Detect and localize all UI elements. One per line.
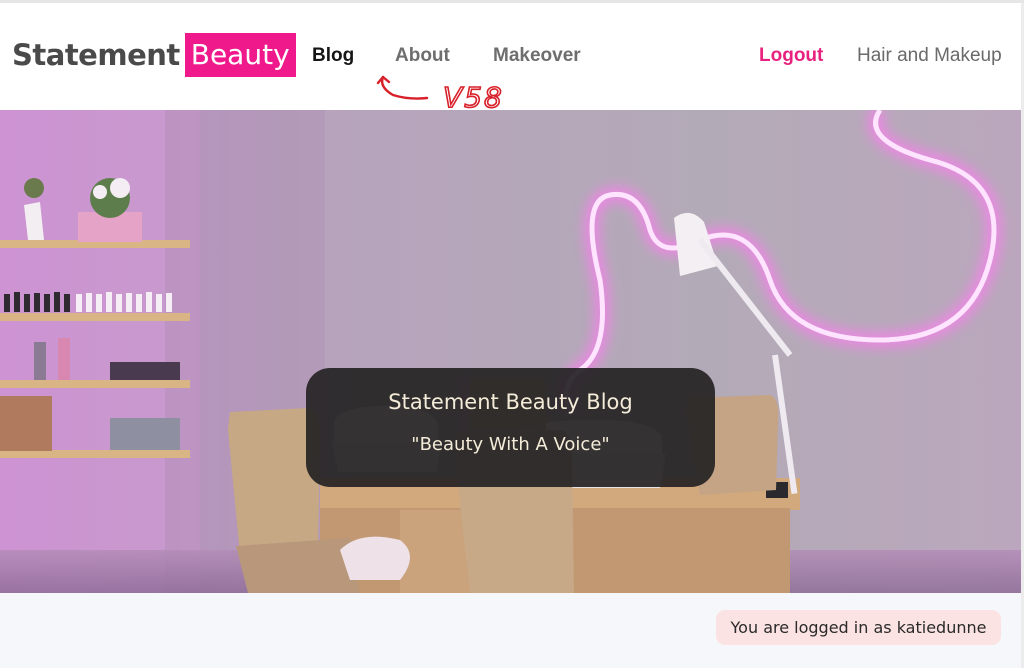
nav-link-hair-and-makeup[interactable]: Hair and Makeup bbox=[857, 45, 1002, 67]
handwritten-annotation: V58 bbox=[376, 75, 504, 113]
brand-name: Statement bbox=[12, 38, 180, 72]
nav-link-blog[interactable]: Blog bbox=[312, 45, 354, 67]
nav-link-logout[interactable]: Logout bbox=[759, 45, 823, 67]
nav-link-makeover[interactable]: Makeover bbox=[493, 45, 581, 67]
logged-in-badge: You are logged in as katiedunne bbox=[716, 610, 1001, 645]
brand-accent: Beauty bbox=[184, 33, 296, 77]
hero-card: Statement Beauty Blog "Beauty With A Voi… bbox=[306, 368, 715, 487]
hero-tagline: "Beauty With A Voice" bbox=[411, 434, 610, 455]
navbar: Statement Beauty Blog About Makeover Log… bbox=[0, 3, 1024, 113]
page: Statement Beauty Blog About Makeover Log… bbox=[0, 0, 1024, 668]
hero-image bbox=[0, 110, 1021, 593]
nav-link-about[interactable]: About bbox=[395, 45, 450, 67]
annotation-text: V58 bbox=[443, 81, 504, 113]
curved-arrow-icon bbox=[376, 75, 429, 100]
brand-logo-link[interactable]: Statement Beauty bbox=[12, 33, 296, 77]
hero-banner: Statement Beauty Blog "Beauty With A Voi… bbox=[0, 110, 1021, 593]
hero-title: Statement Beauty Blog bbox=[388, 390, 633, 414]
